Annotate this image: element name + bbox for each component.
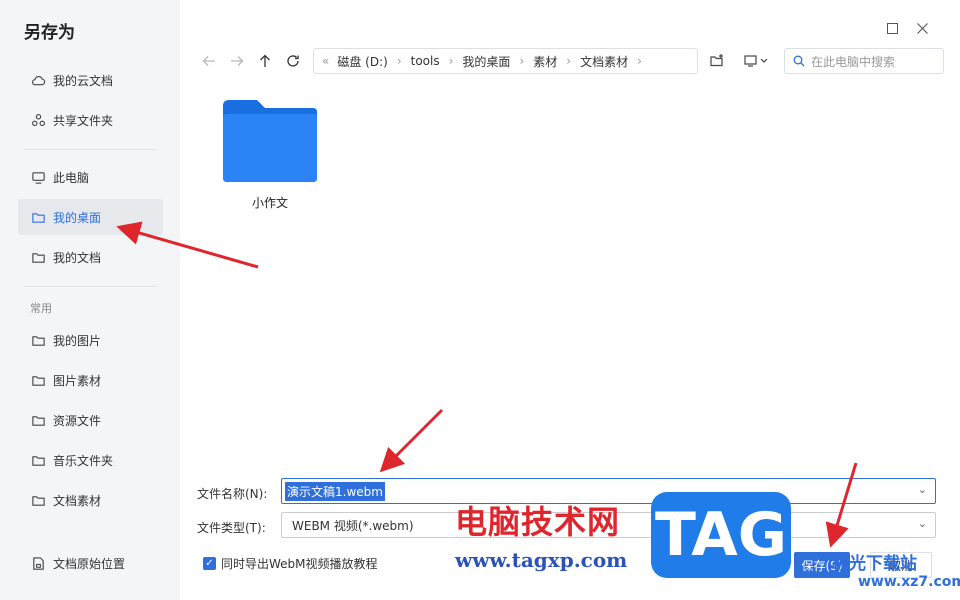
sidebar-item-desktop[interactable]: 我的桌面 xyxy=(18,199,163,235)
search-placeholder: 在此电脑中搜索 xyxy=(811,54,896,69)
sidebar-item-resource-files[interactable]: 资源文件 xyxy=(18,402,163,438)
chevron-down-icon[interactable]: ⌄ xyxy=(918,483,927,496)
breadcrumb-item[interactable]: tools xyxy=(411,54,440,68)
new-folder-icon xyxy=(710,54,723,67)
watermark-site-url: www.xz7.com xyxy=(858,574,960,590)
sidebar-item-label: 我的文档 xyxy=(53,250,102,265)
folder-icon xyxy=(30,332,46,348)
cloud-icon xyxy=(30,72,46,88)
search-icon xyxy=(793,55,805,67)
arrow-right-icon xyxy=(231,56,244,66)
forward-button[interactable] xyxy=(226,50,248,72)
breadcrumb: « 磁盘 (D:) › tools › 我的桌面 › 素材 › 文档素材 › xyxy=(313,48,698,74)
sidebar-item-cloud-docs[interactable]: 我的云文档 xyxy=(18,62,163,98)
watermark-logo: TAG xyxy=(651,492,791,578)
close-icon xyxy=(916,22,928,34)
export-tutorial-option[interactable]: ✓ 同时导出WebM视频播放教程 xyxy=(203,555,378,572)
back-button[interactable] xyxy=(198,50,220,72)
sidebar: 另存为 我的云文档 共享文件夹 此电脑 我的桌面 我的文档 常用 我的图片 图片… xyxy=(0,0,180,600)
close-button[interactable] xyxy=(912,18,932,38)
sidebar-item-doc-assets[interactable]: 文档素材 xyxy=(18,482,163,518)
folder-icon xyxy=(223,100,317,182)
breadcrumb-overflow-icon[interactable]: « xyxy=(322,54,329,68)
folder-name: 小作文 xyxy=(251,196,288,210)
filetype-value: WEBM 视频(*.webm) xyxy=(292,518,414,533)
sidebar-item-my-pictures[interactable]: 我的图片 xyxy=(18,322,163,358)
divider xyxy=(24,149,156,150)
sidebar-item-music-folder[interactable]: 音乐文件夹 xyxy=(18,442,163,478)
breadcrumb-item[interactable]: 磁盘 (D:) xyxy=(337,53,387,70)
watermark-text: 电脑技术网 xyxy=(455,503,621,541)
up-button[interactable] xyxy=(254,50,276,72)
filename-label: 文件名称(N): xyxy=(197,487,268,501)
section-label-common: 常用 xyxy=(30,302,52,315)
filename-value: 演示文稿1.webm xyxy=(285,481,385,501)
folder-icon xyxy=(30,209,46,225)
search-input[interactable]: 在此电脑中搜索 xyxy=(784,48,944,74)
arrow-up-icon xyxy=(260,54,270,67)
sidebar-item-label: 图片素材 xyxy=(53,373,102,388)
folder-icon xyxy=(30,249,46,265)
sidebar-item-label: 文档素材 xyxy=(53,493,102,508)
breadcrumb-item[interactable]: 素材 xyxy=(533,53,557,70)
folder-icon xyxy=(30,452,46,468)
sidebar-item-label: 音乐文件夹 xyxy=(53,453,114,468)
sidebar-item-picture-assets[interactable]: 图片素材 xyxy=(18,362,163,398)
sidebar-item-my-docs[interactable]: 我的文档 xyxy=(18,239,163,275)
dialog-title: 另存为 xyxy=(24,23,75,43)
sidebar-item-shared-folder[interactable]: 共享文件夹 xyxy=(18,102,163,138)
folder-icon xyxy=(30,372,46,388)
checkbox-label: 同时导出WebM视频播放教程 xyxy=(221,557,378,571)
sidebar-item-label: 文档原始位置 xyxy=(53,556,126,571)
annotation-arrow xyxy=(379,408,444,473)
folder-icon xyxy=(30,412,46,428)
breadcrumb-item[interactable]: 文档素材 xyxy=(580,53,628,70)
chevron-right-icon: › xyxy=(637,54,642,68)
computer-icon xyxy=(30,169,46,185)
chevron-down-icon[interactable]: ⌄ xyxy=(918,517,927,530)
sidebar-item-this-pc[interactable]: 此电脑 xyxy=(18,159,163,195)
share-icon xyxy=(30,112,46,128)
watermark-site: 极光下载站 xyxy=(832,554,917,574)
divider xyxy=(24,286,156,287)
sidebar-item-label: 我的桌面 xyxy=(53,210,102,225)
folder-icon xyxy=(30,492,46,508)
folder-item[interactable]: 小作文 xyxy=(220,94,320,214)
breadcrumb-item[interactable]: 我的桌面 xyxy=(462,53,510,70)
sidebar-item-label: 资源文件 xyxy=(53,413,102,428)
refresh-button[interactable] xyxy=(282,50,304,72)
view-icon xyxy=(744,55,768,67)
sidebar-item-label: 共享文件夹 xyxy=(53,113,114,128)
sidebar-item-original-location[interactable]: 文档原始位置 xyxy=(18,545,163,581)
new-folder-button[interactable] xyxy=(706,50,728,72)
sidebar-item-label: 我的云文档 xyxy=(53,73,114,88)
refresh-icon xyxy=(287,55,299,67)
chevron-right-icon: › xyxy=(519,54,525,68)
chevron-right-icon: › xyxy=(448,54,454,68)
file-location-icon xyxy=(30,555,46,571)
sidebar-item-label: 我的图片 xyxy=(53,333,102,348)
sidebar-item-label: 此电脑 xyxy=(53,170,90,185)
filetype-label: 文件类型(T): xyxy=(197,521,266,535)
chevron-right-icon: › xyxy=(396,54,402,68)
maximize-button[interactable] xyxy=(882,18,902,38)
checkbox[interactable]: ✓ xyxy=(203,557,216,570)
maximize-icon xyxy=(886,22,898,34)
arrow-left-icon xyxy=(202,56,215,66)
watermark-url: www.tagxp.com xyxy=(455,548,628,572)
view-mode-button[interactable] xyxy=(740,50,774,72)
chevron-right-icon: › xyxy=(566,54,572,68)
